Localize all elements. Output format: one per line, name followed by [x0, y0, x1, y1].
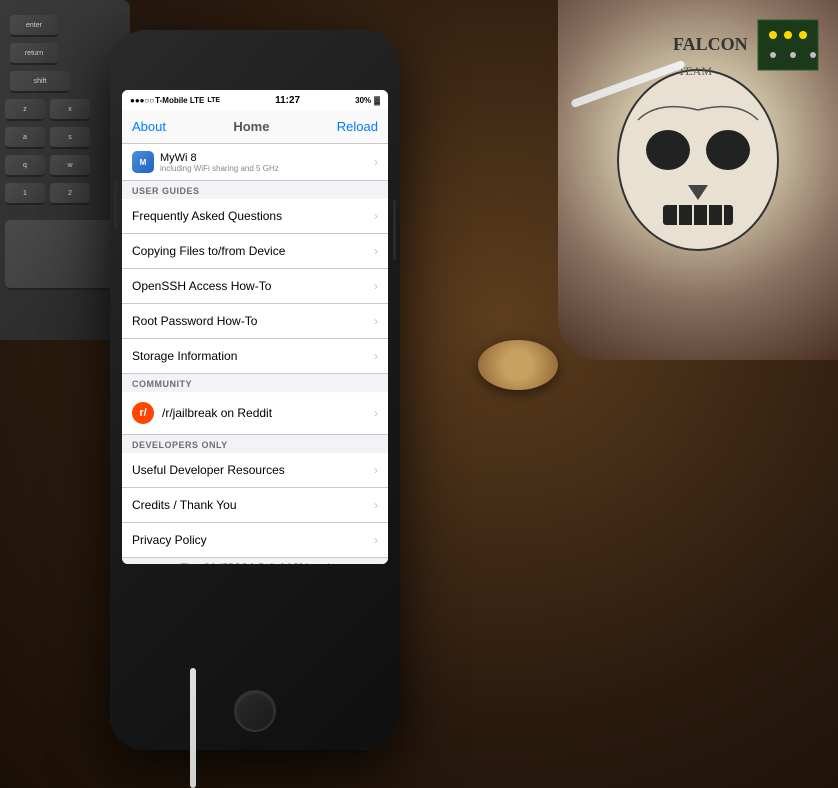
faq-label: Frequently Asked Questions: [132, 209, 282, 223]
reddit-icon: r/: [132, 402, 154, 424]
chevron-icon: ›: [374, 244, 378, 258]
section-header-developers: DEVELOPERS ONLY: [122, 435, 388, 453]
carrier-label: T-Mobile LTE: [155, 96, 204, 105]
dev-resources-label: Useful Developer Resources: [132, 463, 285, 477]
root-password-label: Root Password How-To: [132, 314, 257, 328]
keyboard-key-1: 1: [5, 183, 45, 205]
keyboard-key-w: w: [50, 155, 90, 177]
list-item-root-password[interactable]: Root Password How-To ›: [122, 304, 388, 339]
credits-label: Credits / Thank You: [132, 498, 237, 512]
section-header-community: COMMUNITY: [122, 374, 388, 392]
reddit-item-left: r/ /r/jailbreak on Reddit: [132, 402, 272, 424]
copying-files-label: Copying Files to/from Device: [132, 244, 285, 258]
skull-svg: FALCON TEAM: [558, 0, 838, 360]
power-button: [393, 200, 396, 260]
list-item-openssh[interactable]: OpenSSH Access How-To ›: [122, 269, 388, 304]
mywi-subtitle: including WiFi sharing and 5 GHz: [160, 164, 279, 173]
phone-device: ●●●○○ T-Mobile LTE LTE 11:27 30% ▓ About…: [110, 30, 400, 750]
nav-home-title: Home: [233, 119, 269, 134]
mywi-title: MyWi 8: [160, 152, 279, 164]
content-area: USER GUIDES Frequently Asked Questions ›…: [122, 181, 388, 564]
keyboard-key-2: 2: [50, 183, 90, 205]
keyboard-key-z: z: [5, 99, 45, 121]
skull-decoration: FALCON TEAM: [558, 0, 838, 360]
list-item-faq[interactable]: Frequently Asked Questions ›: [122, 199, 388, 234]
screen-footer: iPhone8,1, iOS 9.3.4, Cydia 1.1.26 (en-u…: [122, 558, 388, 564]
keyboard-key-enter: enter: [10, 15, 58, 37]
phone-screen: ●●●○○ T-Mobile LTE LTE 11:27 30% ▓ About…: [122, 90, 388, 564]
nav-about-button[interactable]: About: [132, 119, 166, 134]
privacy-label: Privacy Policy: [132, 533, 207, 547]
list-item-storage[interactable]: Storage Information ›: [122, 339, 388, 374]
list-item-copying-files[interactable]: Copying Files to/from Device ›: [122, 234, 388, 269]
coin-battery: [478, 340, 558, 390]
status-bar: ●●●○○ T-Mobile LTE LTE 11:27 30% ▓: [122, 90, 388, 110]
signal-bars: ●●●○○: [130, 96, 154, 105]
keyboard-key-a: a: [5, 127, 45, 149]
svg-text:FALCON: FALCON: [673, 34, 748, 54]
lte-indicator: LTE: [207, 97, 220, 104]
volume-button: [114, 180, 117, 230]
reddit-label: /r/jailbreak on Reddit: [162, 406, 272, 420]
mywi-left: M MyWi 8 including WiFi sharing and 5 GH…: [132, 151, 279, 173]
version-info: iPhone8,1, iOS 9.3.4, Cydia 1.1.26 (en-u…: [180, 562, 331, 564]
home-button[interactable]: [234, 690, 276, 732]
chevron-icon: ›: [374, 349, 378, 363]
chevron-icon: ›: [374, 314, 378, 328]
chevron-icon: ›: [374, 498, 378, 512]
keyboard-key-spacebar: [5, 220, 120, 290]
list-item-reddit[interactable]: r/ /r/jailbreak on Reddit ›: [122, 392, 388, 435]
keyboard-key-x: x: [50, 99, 90, 121]
lightning-port: [240, 742, 270, 750]
chevron-icon: ›: [374, 279, 378, 293]
list-item-dev-resources[interactable]: Useful Developer Resources ›: [122, 453, 388, 488]
lightning-cable: [190, 668, 196, 788]
chevron-icon: ›: [374, 155, 378, 169]
openssh-label: OpenSSH Access How-To: [132, 279, 271, 293]
status-left: ●●●○○ T-Mobile LTE LTE: [130, 96, 220, 105]
chevron-icon: ›: [374, 406, 378, 420]
chevron-icon: ›: [374, 533, 378, 547]
keyboard-key-shift: shift: [10, 71, 70, 93]
section-header-user-guides: USER GUIDES: [122, 181, 388, 199]
keyboard-key-q: q: [5, 155, 45, 177]
list-item-credits[interactable]: Credits / Thank You ›: [122, 488, 388, 523]
keyboard-key-return: return: [10, 43, 58, 65]
keyboard-key-s: s: [50, 127, 90, 149]
navigation-bar: About Home Reload: [122, 110, 388, 144]
chevron-icon: ›: [374, 463, 378, 477]
mywi-app-icon: M: [132, 151, 154, 173]
chevron-icon: ›: [374, 209, 378, 223]
nav-reload-button[interactable]: Reload: [337, 119, 378, 134]
battery-icon: ▓: [374, 96, 380, 105]
status-right: 30% ▓: [355, 96, 380, 105]
clock: 11:27: [275, 95, 300, 106]
battery-percent: 30%: [355, 96, 371, 105]
mywi-row[interactable]: M MyWi 8 including WiFi sharing and 5 GH…: [122, 144, 388, 181]
mywi-info: MyWi 8 including WiFi sharing and 5 GHz: [160, 152, 279, 173]
list-item-privacy[interactable]: Privacy Policy ›: [122, 523, 388, 558]
storage-label: Storage Information: [132, 349, 237, 363]
